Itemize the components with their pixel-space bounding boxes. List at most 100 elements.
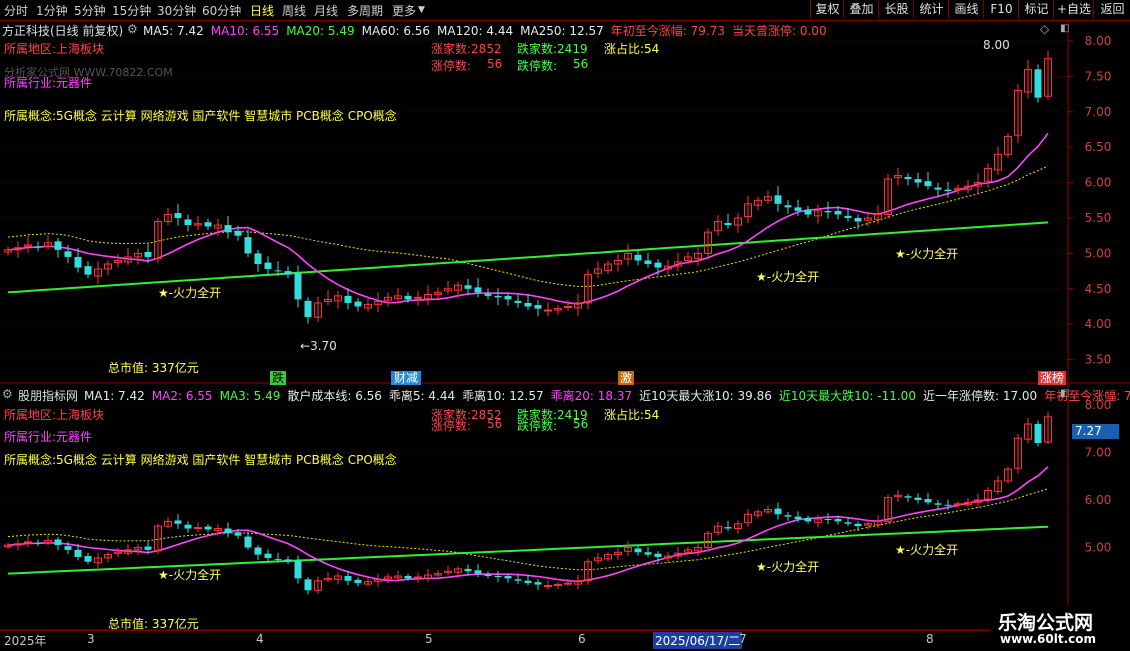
sub-candle-body [784,515,792,517]
main-candle-body [54,241,62,250]
sub-candle-body [84,556,92,562]
sub-panel-toggle-icon[interactable]: ◧ [1060,388,1069,399]
date-month-4: 4 [256,632,264,646]
main-region-label: 所属地区:上海板块 [4,42,105,56]
sub-candle-body [464,568,472,572]
main-limit-down-label: 跌停数: [517,59,558,73]
sub-candle-body [354,579,362,584]
date-month-6: 6 [578,632,586,646]
sub-candle-body [834,519,842,522]
main-candle-body [404,295,412,300]
main-limit-down-value: 56 [573,57,589,71]
main-candle-body [1034,69,1042,98]
sub-settings-icon[interactable]: ⚙ [2,387,13,401]
main-ma-item-5: MA250: 12.57 [520,24,604,38]
sub-candle-body [64,546,72,550]
tag-caijian[interactable]: 财减 [391,371,421,385]
sub-candle-body [494,576,502,577]
main-candle-body [464,285,472,289]
sub-industry-label: 所属行业:元器件 [4,430,93,444]
sub-candle-body [204,526,212,530]
sub-candle-body [274,558,282,560]
main-market-cap: 总市值: 337亿元 [108,361,199,375]
kline-chart-canvas[interactable]: 8.00 7.50 7.00 6.50 6.00 5.50 5.00 4.50 4.00 3.50… [0,0,1130,650]
main-candle-body [634,254,642,261]
sub-candle-body [404,576,412,579]
sub-candle-body [774,508,782,515]
main-axis-label: 6.50 [1085,140,1112,154]
sub-indicator-item-1: MA2: 6.55 [151,389,213,403]
main-expand-icon[interactable]: ◇ [1040,22,1049,36]
main-candle-body [64,251,72,257]
sub-limit-up-label: 涨停数: [431,419,472,433]
sub-indicator-item-5: 乖离10: 12.57 [462,389,544,403]
main-candle-body [234,230,242,236]
sub-signal-fire-2: ★-火力全开 [756,560,820,574]
sub-candle-body [944,504,952,506]
sub-candle-body [544,585,552,587]
main-ma-item-2: MA20: 5.49 [286,24,355,38]
main-candle-body [504,295,512,300]
main-candle-body [944,189,952,192]
main-settings-icon[interactable]: ⚙ [127,22,138,36]
sub-current-price-tag: 7.27 [1072,424,1119,439]
main-limit-up-label: 涨停数: [431,59,472,73]
main-candle-body [824,210,832,213]
sub-candle-body [844,522,852,524]
sub-candle-body [144,546,152,550]
main-candle-body [284,271,292,275]
tag-die[interactable]: 跌 [270,371,286,385]
sub-candle-body [294,560,302,579]
tag-zhangbang[interactable]: 涨榜 [1038,371,1066,385]
sub-candle-body [54,539,62,546]
sub-candle-body [304,579,312,591]
sub-candle-body [554,584,562,587]
sub-candle-body [904,496,912,498]
sub-candle-body [244,536,252,548]
main-axis-label: 8.00 [1085,34,1112,48]
sub-candle-body [914,497,922,500]
sub-candle-body [234,532,242,536]
sub-candle-body [194,527,202,530]
sub-candle-body [484,574,492,576]
main-candle-body [264,262,272,269]
sub-indicator-item-2: MA3: 5.49 [219,389,281,403]
tag-ji[interactable]: 激 [618,371,634,385]
sub-candle-body [514,579,522,581]
main-panel-toggle-icon[interactable]: ◧ [1060,23,1069,34]
main-candle-body [854,218,862,222]
sub-candle-body [934,503,942,505]
sub-indicator-item-10: 年初至今涨幅: 79.73 [1044,389,1130,403]
sub-chart-title: 股朋指标网 [18,389,79,403]
main-candle-body [184,219,192,226]
date-axis: 2025年 3 4 5 6 2025/06/17/二 7 8 [0,630,1010,651]
date-month-3: 3 [87,632,95,646]
date-year-label: 2025年 [4,634,47,648]
sub-indicator-item-9: 近一年涨停数: 17.00 [922,389,1038,403]
main-candle-body [514,300,522,303]
sub-candle-body [824,519,832,520]
sub-candle-body [284,559,292,562]
sub-axis-label: 5.00 [1085,541,1112,555]
sub-candle-body [474,570,482,574]
sub-indicator-item-6: 乖离20: 18.37 [550,389,633,403]
signal-fire-1: ★-火力全开 [158,286,222,300]
main-candle-body [654,262,662,268]
main-candle-body [84,266,92,275]
main-candle-body [724,222,732,226]
sub-candle-body [24,541,32,544]
main-candle-body [244,237,252,254]
sub-indicator-item-0: MA1: 7.42 [84,389,145,403]
sub-candle-body [564,582,572,585]
signal-fire-3: ★-火力全开 [895,247,959,261]
sub-candle-body [174,520,182,524]
main-candle-body [354,301,362,307]
main-axis-label: 4.00 [1085,317,1112,331]
sub-candle-body [854,523,862,527]
sub-limit-up-value: 56 [487,417,503,431]
signal-fire-2: ★-火力全开 [756,270,820,284]
sub-candle-body [534,582,542,585]
main-axis-label: 5.00 [1085,246,1112,260]
main-candle-body [174,213,182,218]
main-axis-label: 5.50 [1085,211,1112,225]
